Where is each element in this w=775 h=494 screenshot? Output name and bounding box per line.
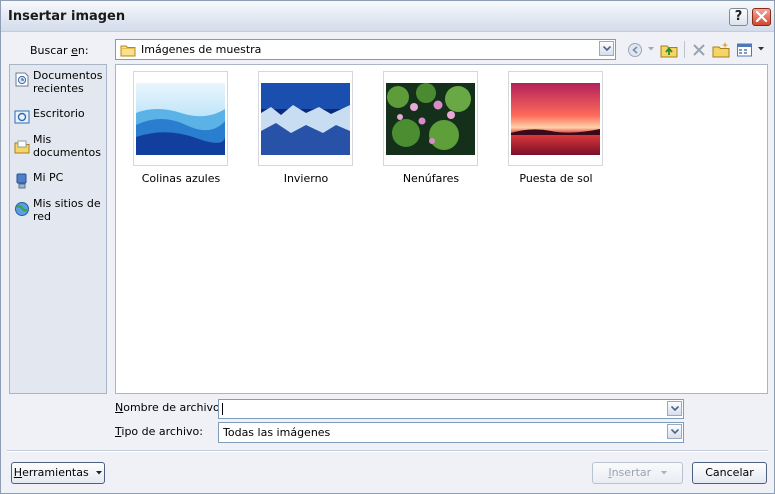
insert-button[interactable]: Insertar [592,462,683,484]
new-folder-icon[interactable] [712,41,730,59]
title-bar[interactable]: Insertar imagen ? [1,1,774,32]
file-type-dropdown-button[interactable] [667,424,682,439]
help-button[interactable]: ? [729,8,748,26]
file-name: Nenúfares [402,172,460,185]
look-in-label: Buscar en: [30,44,89,57]
place-label: Documentos recientes [33,69,103,95]
tools-dropdown-icon [96,471,103,475]
file-type-select[interactable]: Todas las imágenes [218,422,684,443]
place-label: Mi PC [33,171,64,184]
file-name: Puesta de sol [519,172,593,185]
file-name: Colinas azules [141,172,221,185]
thumbnail-frame [258,71,353,166]
file-name-dropdown-button[interactable] [667,401,682,416]
views-dropdown-icon[interactable] [758,47,764,51]
thumbnail-frame [133,71,228,166]
close-icon [755,10,768,23]
place-recent-documents[interactable]: Documentos recientes [12,69,106,97]
folder-icon [120,45,136,57]
chevron-down-icon [671,429,679,434]
file-name-field[interactable] [218,399,684,419]
chevron-down-icon [603,46,611,51]
views-icon[interactable] [736,41,754,59]
my-computer-icon [16,173,27,189]
delete-icon[interactable] [690,41,708,59]
place-label: Mis documentos [33,133,101,159]
text-caret [222,403,223,415]
file-type-value: Todas las imágenes [223,426,331,439]
place-my-documents[interactable]: Mis documentos [12,133,106,161]
desktop-icon [14,110,30,124]
place-label: Mis sitios de red [33,197,101,223]
file-item[interactable]: Nenúfares [381,71,481,191]
file-type-label: Tipo de archivo: [115,425,203,438]
thumbnail-frame [383,71,478,166]
insert-picture-dialog: Insertar imagen ? Buscar en: Imágenes de… [0,0,775,494]
place-my-computer[interactable]: Mi PC [12,171,106,199]
file-name: Invierno [283,172,329,185]
chevron-down-icon [671,406,679,411]
my-documents-icon [14,140,30,154]
close-button[interactable] [752,8,771,26]
file-item[interactable]: Puesta de sol [506,71,606,191]
tools-button[interactable]: Herramientas [11,462,105,484]
file-name-label: Nombre de archivo: [115,401,224,414]
dialog-title: Insertar imagen [8,9,126,24]
file-item[interactable]: Invierno [256,71,356,191]
thumbnail-water-lilies [386,83,475,155]
file-list[interactable]: Colinas azules Invierno Nenúfares Puesta… [115,64,768,394]
thumbnail-sunset [511,83,600,155]
thumbnail-blue-hills [136,83,225,155]
place-label: Escritorio [33,107,85,120]
insert-dropdown-icon [660,471,667,475]
network-places-icon [15,202,29,216]
toolbar-separator [684,41,685,58]
footer-divider [7,450,768,452]
look-in-combo[interactable]: Imágenes de muestra [115,39,616,60]
up-folder-icon[interactable] [660,41,678,59]
thumbnail-frame [508,71,603,166]
recent-documents-icon [15,72,29,87]
back-dropdown-icon[interactable] [648,47,654,51]
thumbnail-winter [261,83,350,155]
back-icon[interactable] [627,41,645,59]
place-desktop[interactable]: Escritorio [12,107,106,135]
look-in-value: Imágenes de muestra [141,43,262,56]
cancel-button[interactable]: Cancelar [692,462,767,484]
place-network-places[interactable]: Mis sitios de red [12,197,106,225]
look-in-dropdown-button[interactable] [599,41,614,56]
file-item[interactable]: Colinas azules [131,71,231,191]
places-bar: Documentos recientes Escritorio Mis docu… [9,64,107,394]
